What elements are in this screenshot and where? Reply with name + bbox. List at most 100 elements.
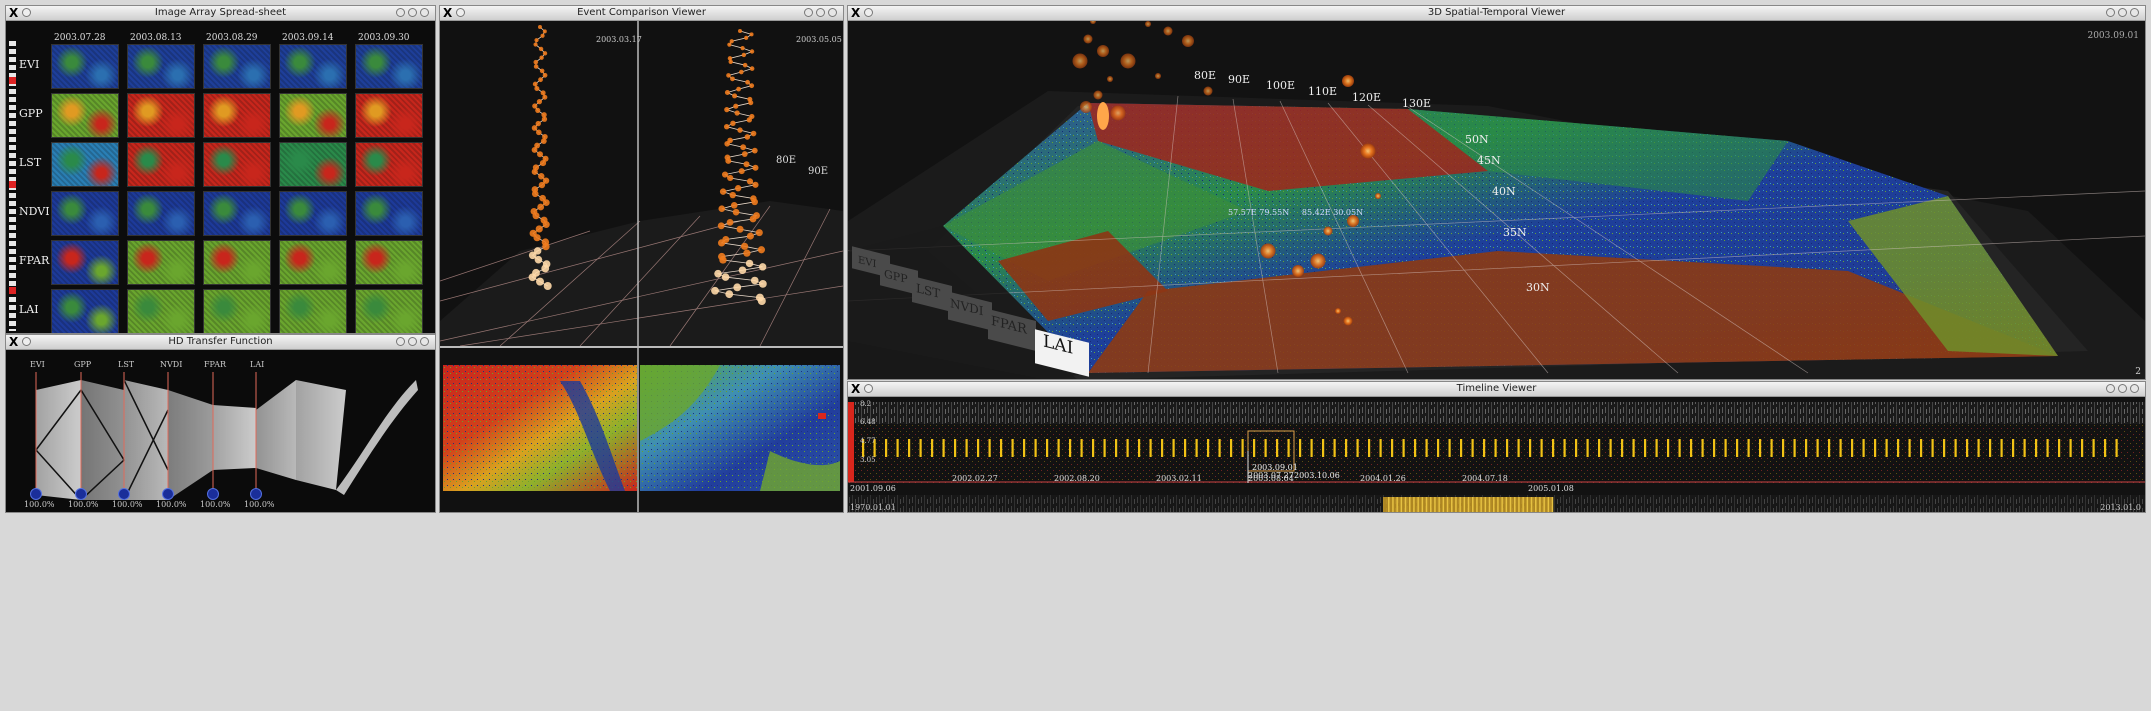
timeline-event-bar[interactable]	[1264, 439, 1267, 457]
timeline-event-bar[interactable]	[942, 439, 945, 457]
timeline-event-bar[interactable]	[1770, 439, 1773, 457]
event-point[interactable]	[738, 266, 747, 275]
timeline-event-bar[interactable]	[1563, 439, 1566, 457]
event-point[interactable]	[721, 171, 729, 178]
event-point[interactable]	[741, 52, 747, 58]
minimize-icon[interactable]	[804, 8, 813, 17]
timeline-event-bar[interactable]	[1138, 439, 1141, 457]
timeline-event-bar[interactable]	[1333, 439, 1336, 457]
timeline-event-bar[interactable]	[2115, 439, 2118, 457]
event-point[interactable]	[724, 107, 730, 113]
timeline-event-bar[interactable]	[1690, 439, 1693, 457]
timeline-event-bar[interactable]	[2104, 439, 2107, 457]
event-point[interactable]	[750, 130, 757, 137]
comparison-titlebar[interactable]: X Event Comparison Viewer	[440, 6, 843, 21]
event-point[interactable]	[539, 159, 547, 167]
event-point[interactable]	[732, 93, 738, 99]
event-point[interactable]	[541, 116, 548, 122]
timeline-event-bar[interactable]	[1149, 439, 1152, 457]
event-sphere[interactable]	[1097, 45, 1109, 57]
comparison-3d-view[interactable]	[440, 21, 843, 512]
timeline-event-bar[interactable]	[1931, 439, 1934, 457]
event-point[interactable]	[538, 77, 543, 83]
event-sphere[interactable]	[1072, 53, 1088, 69]
event-point[interactable]	[532, 81, 538, 87]
event-point[interactable]	[540, 138, 547, 145]
timeline-event-bar[interactable]	[1322, 439, 1325, 457]
event-point[interactable]	[743, 249, 751, 257]
timeline-event-bar[interactable]	[1368, 439, 1371, 457]
transfer-titlebar[interactable]: X HD Transfer Function	[6, 335, 435, 350]
event-point[interactable]	[740, 144, 747, 151]
event-point[interactable]	[749, 32, 754, 37]
event-point[interactable]	[726, 218, 734, 226]
timeline-event-bar[interactable]	[1310, 439, 1313, 457]
event-point[interactable]	[531, 168, 538, 175]
timeline-event-bar[interactable]	[1000, 439, 1003, 457]
timeline-event-bar[interactable]	[919, 439, 922, 457]
event-point[interactable]	[542, 221, 550, 229]
timeline-event-bar[interactable]	[1747, 439, 1750, 457]
event-point[interactable]	[741, 151, 748, 157]
event-point[interactable]	[533, 234, 541, 242]
image-thumbnail[interactable]	[127, 191, 195, 236]
event-point[interactable]	[749, 83, 755, 89]
timeline-event-bar[interactable]	[1828, 439, 1831, 457]
timeline-event-bar[interactable]	[1816, 439, 1819, 457]
timeline-event-bar[interactable]	[1356, 439, 1359, 457]
maximize-icon[interactable]	[2118, 8, 2127, 17]
timeline-event-bar[interactable]	[1851, 439, 1854, 457]
event-point[interactable]	[534, 85, 540, 91]
axis-knob[interactable]	[207, 488, 219, 500]
event-point[interactable]	[711, 286, 719, 295]
event-point[interactable]	[755, 229, 763, 237]
timeline-event-bar[interactable]	[1402, 439, 1405, 457]
event-point[interactable]	[533, 59, 539, 65]
timeline-event-bar[interactable]	[1724, 439, 1727, 457]
event-point[interactable]	[533, 42, 538, 47]
timeline-event-bar[interactable]	[1632, 439, 1635, 457]
event-point[interactable]	[736, 86, 742, 92]
timeline-event-bar[interactable]	[1713, 439, 1716, 457]
timeline-event-bar[interactable]	[1241, 439, 1244, 457]
timeline-event-bar[interactable]	[988, 439, 991, 457]
timeline-event-bar[interactable]	[1172, 439, 1175, 457]
event-point[interactable]	[749, 215, 757, 223]
minimize-icon[interactable]	[396, 337, 405, 346]
event-point[interactable]	[717, 222, 725, 230]
event-point[interactable]	[723, 123, 730, 130]
event-sphere[interactable]	[1375, 193, 1381, 199]
image-thumbnail[interactable]	[355, 142, 423, 187]
event-point[interactable]	[728, 59, 733, 64]
event-point[interactable]	[726, 73, 731, 78]
image-thumbnail[interactable]	[51, 191, 119, 236]
timeline-chart[interactable]	[848, 397, 2145, 512]
timeline-event-bar[interactable]	[1977, 439, 1980, 457]
event-point[interactable]	[743, 161, 750, 168]
event-point[interactable]	[746, 178, 754, 185]
minimize-icon[interactable]	[396, 8, 405, 17]
parallel-coordinates-plot[interactable]	[6, 350, 435, 512]
minimize-icon[interactable]	[2106, 8, 2115, 17]
event-point[interactable]	[738, 29, 742, 33]
event-sphere[interactable]	[1182, 35, 1194, 47]
image-thumbnail[interactable]	[279, 142, 347, 187]
event-point[interactable]	[719, 188, 727, 195]
image-thumbnail[interactable]	[51, 289, 119, 333]
image-thumbnail[interactable]	[279, 93, 347, 138]
timeline-event-bar[interactable]	[1034, 439, 1037, 457]
timeline-event-bar[interactable]	[1598, 439, 1601, 457]
axis-knob[interactable]	[75, 488, 87, 500]
event-point[interactable]	[718, 205, 726, 213]
timeline-event-bar[interactable]	[1253, 439, 1256, 457]
event-point[interactable]	[535, 225, 543, 233]
image-thumbnail[interactable]	[127, 93, 195, 138]
event-point[interactable]	[542, 199, 550, 206]
timeline-event-bar[interactable]	[1218, 439, 1221, 457]
event-sphere[interactable]	[1107, 76, 1113, 82]
event-sphere[interactable]	[1090, 21, 1096, 24]
timeline-event-bar[interactable]	[1529, 439, 1532, 457]
event-point[interactable]	[542, 242, 550, 251]
timeline-event-bar[interactable]	[1655, 439, 1658, 457]
timeline-event-bar[interactable]	[2023, 439, 2026, 457]
